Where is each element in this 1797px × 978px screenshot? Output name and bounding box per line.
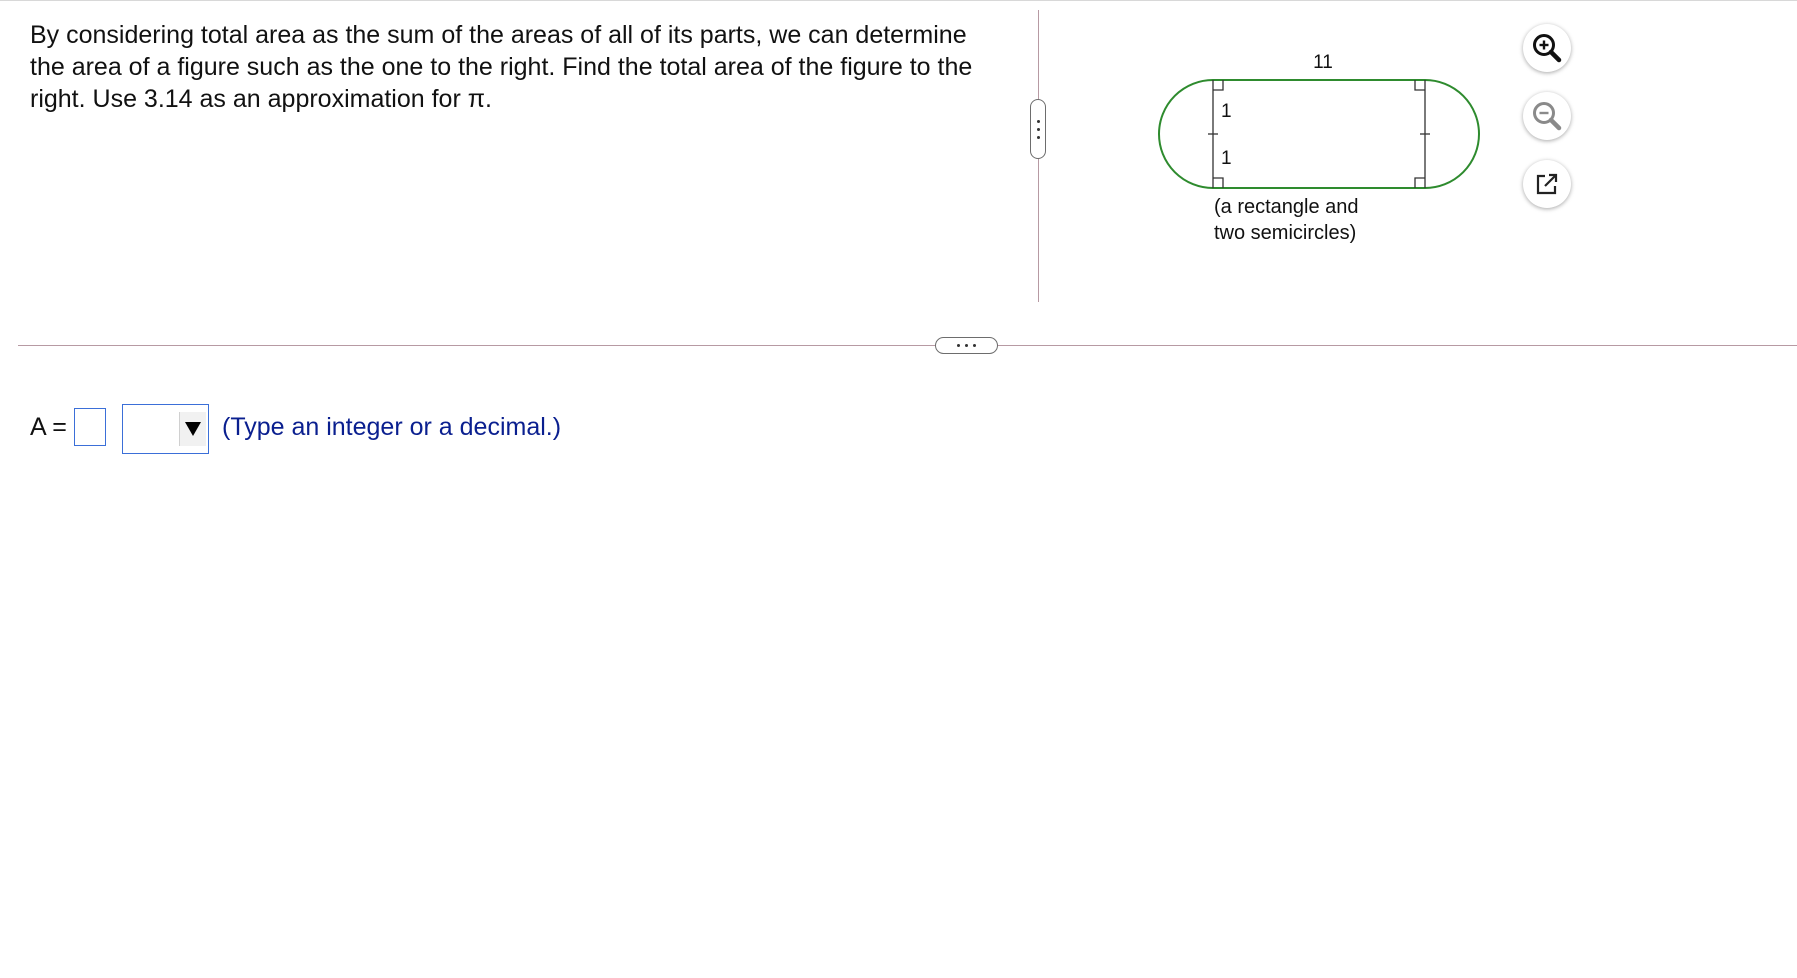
answer-hint: (Type an integer or a decimal.) — [222, 413, 562, 441]
handle-dot — [1036, 119, 1040, 123]
answer-label: A = — [30, 413, 67, 441]
length-label: 11 — [1313, 52, 1333, 73]
geometry-figure: 11 1 1 (a rectangle and two semicircles) — [1130, 40, 1530, 260]
horizontal-resize-handle[interactable] — [935, 337, 998, 354]
question-text: By considering total area as the sum of … — [30, 21, 973, 113]
triangle-down-icon — [185, 422, 201, 436]
horizontal-divider — [18, 345, 1797, 346]
handle-dot — [965, 344, 968, 347]
handle-dot — [1036, 127, 1040, 131]
question-page: By considering total area as the sum of … — [0, 0, 1797, 978]
top-rule — [0, 0, 1797, 1]
figure-svg: 11 1 1 (a rectangle and two semicircles) — [1158, 52, 1480, 244]
handle-dot — [1036, 135, 1040, 139]
right-semicircle — [1424, 79, 1480, 189]
figure-caption-line1: (a rectangle and — [1214, 196, 1359, 218]
radius-label-bottom: 1 — [1221, 148, 1232, 169]
unit-dropdown[interactable] — [122, 404, 209, 454]
radius-label-top: 1 — [1221, 101, 1232, 122]
right-angle-marker-bottom-right — [1414, 177, 1425, 188]
figure-caption-line2: two semicircles) — [1214, 222, 1356, 244]
zoom-out-button[interactable] — [1523, 92, 1571, 140]
area-answer-input[interactable] — [74, 408, 106, 446]
dropdown-arrow-box[interactable] — [179, 412, 206, 446]
handle-dot — [957, 344, 960, 347]
zoom-in-button[interactable] — [1523, 24, 1571, 72]
zoom-in-icon — [1533, 34, 1562, 63]
handle-dot — [973, 344, 976, 347]
popout-icon — [1536, 173, 1558, 195]
vertical-resize-handle[interactable] — [1030, 99, 1046, 159]
zoom-out-icon — [1533, 102, 1562, 131]
right-angle-marker-top-right — [1414, 80, 1425, 91]
right-angle-marker-bottom-left — [1213, 177, 1224, 188]
left-semicircle — [1158, 79, 1214, 189]
popout-button[interactable] — [1523, 160, 1571, 208]
right-angle-marker-top-left — [1213, 80, 1224, 91]
